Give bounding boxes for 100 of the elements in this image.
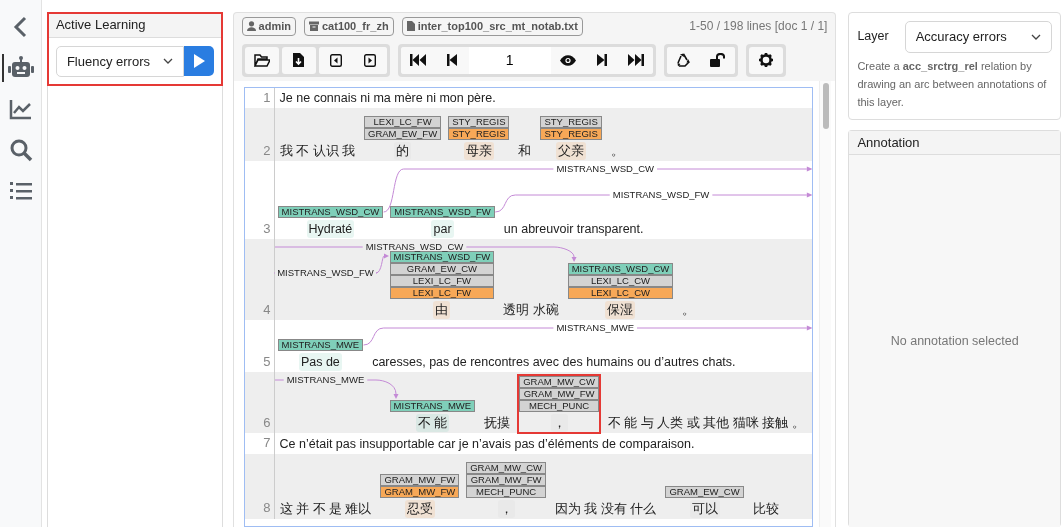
annotation-label[interactable]: GRAM_EW_FW bbox=[364, 128, 442, 140]
layer-select[interactable]: Fluency errors bbox=[55, 45, 184, 77]
annotated-token: 不 能 bbox=[415, 414, 450, 432]
relation-arc[interactable] bbox=[274, 379, 399, 399]
annotation-label[interactable]: STY_REGIS bbox=[448, 128, 510, 140]
annotation-label[interactable]: GRAM_MW_CW bbox=[466, 461, 546, 474]
annotation-label[interactable]: LEXI_LC_CW bbox=[567, 287, 674, 299]
robot-icon bbox=[8, 56, 35, 80]
sentence-text: 不 能 与 人类 或 其他 猫咪 接触 。 bbox=[606, 415, 806, 432]
arc-label: MISTRANS_MWE bbox=[556, 322, 634, 334]
annotated-token: 的 bbox=[394, 142, 412, 160]
relation-arc[interactable] bbox=[274, 246, 577, 262]
arc-label: MISTRANS_WSD_FW bbox=[612, 189, 709, 201]
select-value: Fluency errors bbox=[66, 52, 150, 71]
sentence-text: 这 并 不 是 难以 bbox=[278, 500, 373, 518]
line-number: 7 bbox=[244, 433, 275, 454]
skip-start-icon bbox=[409, 54, 426, 66]
sentence-text: 。 bbox=[681, 302, 697, 319]
annotation-label[interactable]: LEXI_LC_FW bbox=[389, 287, 495, 299]
export-button[interactable] bbox=[281, 46, 316, 74]
annotation-label[interactable]: GRAM_EW_CW bbox=[389, 263, 495, 275]
panel-title: Annotation bbox=[849, 130, 1060, 155]
annotated-token: Pas de bbox=[298, 353, 342, 371]
annotation-label[interactable]: LEXI_LC_FW bbox=[389, 275, 495, 287]
annotation-label[interactable]: GRAM_MW_FW bbox=[519, 388, 599, 400]
document-badge: admin bbox=[241, 17, 296, 36]
line-range-text: 1-50 / 198 lines [doc 1 / 1] bbox=[689, 18, 828, 36]
chevron-down-icon bbox=[1031, 33, 1041, 40]
arc-label: MISTRANS_WSD_CW bbox=[556, 163, 654, 175]
annotation-label[interactable]: MISTRANS_WSD_CW bbox=[567, 263, 674, 275]
annotated-token: 由 bbox=[433, 301, 451, 319]
annotation-label[interactable]: MISTRANS_WSD_CW bbox=[277, 206, 384, 218]
document-badge: cat100_fr_zh bbox=[304, 17, 394, 36]
file-download-icon bbox=[293, 53, 305, 67]
arc-label: MISTRANS_WSD_CW bbox=[365, 241, 463, 253]
caret-left-icon bbox=[329, 53, 342, 67]
empty-message: No annotation selected bbox=[890, 332, 1019, 350]
annotated-token: 保湿 bbox=[605, 301, 636, 319]
field-label: Layer bbox=[857, 28, 889, 46]
layer-select[interactable]: Accuracy errors bbox=[904, 21, 1052, 53]
step-forward-icon bbox=[596, 54, 607, 66]
annotated-token: par bbox=[431, 220, 454, 238]
select-value: Accuracy errors bbox=[915, 28, 1007, 46]
panel-title: Active Learning bbox=[47, 13, 222, 38]
sentence-text: 抚摸 bbox=[483, 415, 512, 432]
sentence-text: caresses, pas de rencontres avec des humains ou d’autres chats. bbox=[371, 354, 737, 371]
chart-icon bbox=[9, 98, 34, 120]
annotated-token: 父亲 bbox=[556, 142, 587, 160]
file-icon bbox=[406, 21, 415, 32]
annotation-label[interactable]: LEXI_LC_CW bbox=[567, 275, 674, 287]
sentence-text: 和 bbox=[517, 143, 533, 160]
step-back-icon bbox=[446, 54, 457, 66]
annotation-label[interactable]: STY_REGIS bbox=[448, 116, 510, 128]
annotated-token: 忍受 bbox=[404, 499, 435, 518]
settings-icon bbox=[758, 53, 773, 67]
open-button[interactable] bbox=[244, 46, 279, 74]
eye-icon bbox=[559, 54, 576, 66]
relation-arc[interactable] bbox=[494, 192, 813, 213]
annotation-label[interactable]: MISTRANS_MWE bbox=[277, 339, 364, 351]
annotated-token: 母亲 bbox=[463, 142, 494, 160]
sentence-text: 比较 bbox=[751, 500, 780, 518]
unlocked-padlock-icon bbox=[709, 53, 726, 67]
person-icon bbox=[246, 21, 256, 32]
page-field[interactable]: 1 bbox=[468, 46, 551, 74]
sentence-text: 透明 水碗 bbox=[502, 302, 560, 319]
line-number: 8 bbox=[244, 453, 275, 519]
annotation-label[interactable]: MISTRANS_MWE bbox=[389, 400, 476, 412]
annotation-label[interactable]: MISTRANS_WSD_FW bbox=[390, 206, 495, 218]
archive-icon bbox=[309, 21, 319, 32]
sentence-text: 我 不 认识 我 bbox=[278, 143, 356, 160]
annotated-token: 可以 bbox=[689, 499, 720, 518]
sentence-text: Je ne connais ni ma mère ni mon père. bbox=[278, 90, 497, 107]
scrollbar[interactable] bbox=[819, 80, 832, 527]
help-text: Create a acc_srctrg_rel relation by drawing an arc between annotations of this layer. bbox=[857, 58, 1048, 110]
play-icon bbox=[192, 53, 205, 68]
annotation-label[interactable]: STY_REGIS bbox=[540, 116, 602, 128]
search-icon bbox=[9, 138, 34, 162]
annotation-label[interactable]: LEXI_LC_FW bbox=[364, 116, 442, 128]
annotated-token: Hydraté bbox=[306, 220, 355, 238]
sentence-text: 因为 我 没有 什么 bbox=[554, 500, 658, 518]
sentence-text: un abreuvoir transparent. bbox=[502, 221, 645, 238]
annotation-label[interactable]: STY_REGIS bbox=[540, 128, 602, 140]
skip-end-icon bbox=[627, 54, 644, 66]
annotation-label[interactable]: MISTRANS_WSD_FW bbox=[389, 251, 495, 263]
folder-icon bbox=[253, 53, 270, 67]
annotated-token: ， bbox=[497, 499, 515, 518]
annotation-label[interactable]: GRAM_MW_FW bbox=[380, 473, 460, 486]
annotation-label[interactable]: GRAM_EW_CW bbox=[665, 485, 744, 498]
recycle-icon bbox=[676, 53, 692, 67]
settings-button[interactable] bbox=[748, 46, 783, 74]
arc-label: MISTRANS_WSD_FW bbox=[276, 267, 374, 279]
caret-right-icon bbox=[363, 53, 376, 67]
annotated-token: ， bbox=[550, 414, 568, 432]
annotation-label[interactable]: MECH_PUNC bbox=[519, 400, 599, 412]
chevron-down-icon bbox=[162, 58, 173, 65]
sentence-text: Ce n’était pas insupportable car je n’avais pas d’éléments de comparaison. bbox=[278, 435, 696, 453]
arc-label: MISTRANS_MWE bbox=[286, 374, 364, 386]
annotation-label[interactable]: GRAM_MW_CW bbox=[519, 376, 599, 388]
play-button[interactable] bbox=[183, 45, 214, 76]
document-badge: inter_top100_src_mt_notab.txt bbox=[401, 17, 583, 36]
